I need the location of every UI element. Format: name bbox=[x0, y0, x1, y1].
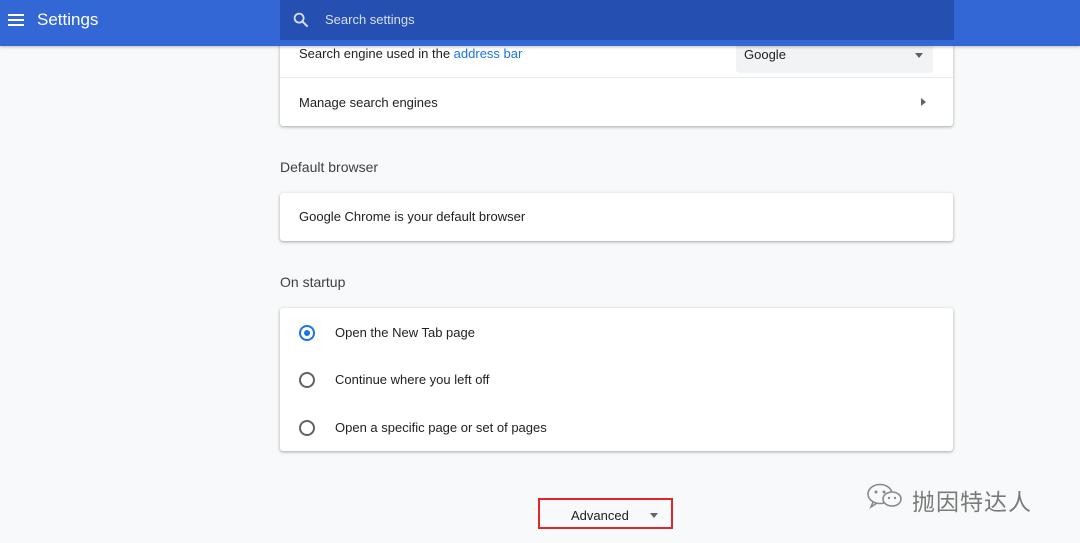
page-title: Settings bbox=[37, 10, 99, 29]
search-engine-label: Search engine used in the address bar bbox=[299, 46, 522, 61]
on-startup-card: Open the New Tab page Continue where you… bbox=[280, 308, 953, 451]
startup-option-label: Open a specific page or set of pages bbox=[335, 420, 547, 435]
dropdown-arrow-icon bbox=[915, 53, 923, 58]
default-browser-heading: Default browser bbox=[280, 159, 379, 175]
chevron-down-icon bbox=[650, 513, 658, 518]
startup-option-label: Open the New Tab page bbox=[335, 325, 475, 340]
startup-option-specific-pages[interactable]: Open a specific page or set of pages bbox=[280, 405, 953, 451]
address-bar-link[interactable]: address bar bbox=[454, 46, 523, 61]
manage-search-engines-row[interactable]: Manage search engines bbox=[280, 95, 953, 110]
radio-dot bbox=[304, 330, 310, 336]
search-engine-label-text: Search engine used in the bbox=[299, 46, 454, 61]
startup-option-label: Continue where you left off bbox=[335, 372, 490, 387]
search-input[interactable]: Search settings bbox=[280, 0, 954, 40]
default-browser-card: Google Chrome is your default browser bbox=[280, 193, 953, 241]
wechat-icon bbox=[867, 483, 902, 510]
startup-option-new-tab[interactable]: Open the New Tab page bbox=[280, 310, 953, 356]
watermark-text: 抛因特达人 bbox=[912, 489, 1032, 515]
arrow-right-icon bbox=[921, 98, 926, 106]
top-toolbar: Settings Search settings bbox=[0, 0, 1080, 46]
search-placeholder: Search settings bbox=[325, 12, 415, 27]
startup-option-continue[interactable]: Continue where you left off bbox=[280, 357, 953, 403]
search-engine-selected: Google bbox=[744, 47, 786, 62]
default-browser-status: Google Chrome is your default browser bbox=[299, 209, 526, 224]
search-icon bbox=[293, 12, 308, 27]
radio-button[interactable] bbox=[299, 372, 315, 388]
advanced-label: Advanced bbox=[571, 508, 629, 523]
divider bbox=[280, 77, 953, 78]
radio-button-checked[interactable] bbox=[299, 325, 315, 341]
menu-icon[interactable] bbox=[7, 11, 25, 29]
manage-search-engines-label: Manage search engines bbox=[299, 95, 438, 110]
radio-button[interactable] bbox=[299, 420, 315, 436]
advanced-button[interactable]: Advanced bbox=[538, 498, 673, 529]
on-startup-heading: On startup bbox=[280, 274, 346, 290]
